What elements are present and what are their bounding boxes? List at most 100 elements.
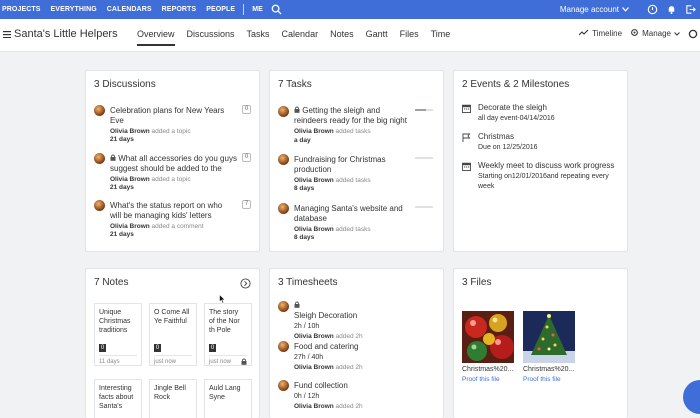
notes-title[interactable]: 7 Notes: [94, 277, 128, 288]
gear-icon: [630, 28, 639, 39]
calendar-icon: [462, 104, 471, 113]
note-card[interactable]: Unique Christmas traditions 0 11 days: [94, 303, 142, 366]
file-name[interactable]: Christmas%20...: [462, 366, 513, 373]
event-detail-cont: week: [478, 183, 495, 190]
events-milestones-card: 2 Events & 2 Milestones Decorate the sle…: [453, 70, 628, 252]
note-card[interactable]: O Come All Ye Faithful 0 just now: [149, 303, 197, 366]
timesheet-item[interactable]: Fund collection 0h / 12h Olivia Brown ad…: [278, 380, 435, 410]
avatar: [278, 106, 289, 117]
event-item[interactable]: Weekly meet to discuss work progress Sta…: [462, 161, 619, 193]
task-progress-bar: [415, 157, 433, 159]
note-title: The story of the Nor th Pole: [209, 309, 240, 334]
note-age: 11 days: [99, 355, 137, 365]
search-icon[interactable]: [271, 4, 282, 15]
discussion-item[interactable]: What all accessories do you guys suggest …: [94, 153, 251, 193]
nav-reports[interactable]: REPORTS: [162, 6, 197, 13]
sign-out-icon[interactable]: [681, 4, 700, 15]
milestone-due: Due on 12/25/2016: [478, 144, 538, 151]
tab-gantt[interactable]: Gantt: [366, 29, 388, 46]
top-nav: PROJECTS EVERYTHING CALENDARS REPORTS PE…: [0, 0, 282, 19]
tab-discussions[interactable]: Discussions: [187, 29, 235, 46]
task-item[interactable]: Managing Santa's website and database Oli…: [278, 203, 435, 243]
task-title: Fundraising for Christmas production: [294, 155, 386, 174]
hamburger-menu-icon[interactable]: [3, 31, 11, 40]
mouse-cursor-icon: [219, 293, 226, 306]
tab-overview[interactable]: Overview: [137, 29, 175, 46]
discussions-title[interactable]: 3 Discussions: [94, 79, 156, 90]
avatar: [278, 380, 289, 391]
settings-icon[interactable]: [688, 29, 698, 39]
next-arrow-icon[interactable]: [240, 278, 251, 291]
note-title: Auld Lang Syne: [209, 385, 241, 401]
chevron-down-icon: [622, 5, 629, 14]
file-thumbnail-ornaments[interactable]: [462, 311, 514, 363]
task-item[interactable]: Fundraising for Christmas production Oliv…: [278, 154, 435, 194]
timesheet-hours: 2h / 10h: [294, 323, 320, 330]
tab-tasks[interactable]: Tasks: [247, 29, 270, 46]
note-card[interactable]: The story of the Nor th Pole 0 just now: [204, 303, 252, 366]
timeline-label: Timeline: [592, 29, 623, 38]
note-card[interactable]: Interesting facts about Santa's: [94, 379, 142, 418]
events-title[interactable]: 2 Events & 2 Milestones: [462, 79, 569, 90]
avatar: [94, 200, 105, 211]
note-comment-count: 0: [99, 344, 106, 352]
milestone-item[interactable]: Christmas Due on 12/25/2016: [462, 132, 619, 154]
proof-file-link[interactable]: Proof this file: [523, 376, 561, 383]
task-title: Getting the sleigh and reindeers ready fo…: [294, 106, 407, 125]
manage-account-label: Manage account: [559, 5, 619, 14]
bell-icon[interactable]: [662, 4, 681, 15]
event-item[interactable]: Decorate the sleigh all day event-04/14/…: [462, 103, 619, 125]
nav-calendars[interactable]: CALENDARS: [107, 6, 152, 13]
project-tabs: Overview Discussions Tasks Calendar Note…: [137, 29, 462, 46]
task-progress-bar: [415, 206, 433, 208]
discussion-age: 21 days: [110, 184, 134, 191]
nav-projects[interactable]: PROJECTS: [2, 6, 41, 13]
note-comment-count: 0: [154, 344, 161, 352]
nav-people[interactable]: PEOPLE: [206, 6, 235, 13]
discussion-item[interactable]: What's the status report on who will be m…: [94, 200, 251, 240]
nav-divider: [243, 4, 245, 15]
files-title[interactable]: 3 Files: [462, 277, 491, 288]
file-thumbnail-tree[interactable]: [523, 311, 575, 363]
avatar: [278, 203, 289, 214]
timeline-button[interactable]: Timeline: [578, 29, 623, 39]
note-age: just now: [154, 355, 192, 365]
note-title: O Come All Ye Faithful: [154, 309, 190, 325]
discussion-item[interactable]: Celebration plans for New Years Eve Olivi…: [94, 105, 251, 145]
note-comment-count: 0: [209, 344, 216, 352]
task-item[interactable]: Getting the sleigh and reindeers ready fo…: [278, 106, 435, 146]
note-card[interactable]: Jingle Bell Rock: [149, 379, 197, 418]
timesheets-title[interactable]: 3 Timesheets: [278, 277, 337, 288]
timeline-icon: [578, 29, 589, 39]
event-detail: all day event-04/14/2016: [478, 115, 555, 122]
nav-everything[interactable]: EVERYTHING: [51, 6, 97, 13]
manage-button[interactable]: Manage: [630, 28, 680, 39]
nav-me[interactable]: ME: [252, 6, 263, 13]
avatar: [278, 341, 289, 352]
note-card[interactable]: Auld Lang Syne: [204, 379, 252, 418]
timesheet-meta: Olivia Brown added 2h: [294, 333, 363, 340]
task-progress-bar: [415, 109, 433, 111]
calendar-icon: [462, 162, 471, 171]
top-right-controls: Manage account: [560, 0, 700, 19]
timesheet-item[interactable]: Food and catering 27h / 40h Olivia Brown…: [278, 341, 435, 371]
tab-notes[interactable]: Notes: [330, 29, 354, 46]
timesheet-item[interactable]: Sleigh Decoration 2h / 10h Olivia Brown …: [278, 301, 435, 340]
note-title: Interesting facts about Santa's: [99, 385, 134, 410]
timesheet-title: Fund collection: [294, 381, 348, 390]
project-header: Santa's Little Helpers Overview Discussi…: [0, 19, 700, 52]
tasks-card: 7 Tasks Getting the sleigh and reindeers …: [269, 70, 444, 252]
floating-action-button[interactable]: [683, 380, 700, 414]
tasks-title[interactable]: 7 Tasks: [278, 79, 312, 90]
tab-files[interactable]: Files: [400, 29, 419, 46]
file-name[interactable]: Christmas%20...: [523, 366, 574, 373]
comment-count-badge: 7: [242, 200, 251, 209]
proof-file-link[interactable]: Proof this file: [462, 376, 500, 383]
timer-icon[interactable]: [643, 4, 662, 15]
tab-time[interactable]: Time: [431, 29, 451, 46]
discussion-age: 21 days: [110, 231, 134, 238]
comment-count-badge: 0: [242, 105, 251, 114]
manage-account-menu[interactable]: Manage account: [560, 5, 629, 14]
project-title[interactable]: Santa's Little Helpers: [14, 28, 118, 40]
tab-calendar[interactable]: Calendar: [282, 29, 319, 46]
